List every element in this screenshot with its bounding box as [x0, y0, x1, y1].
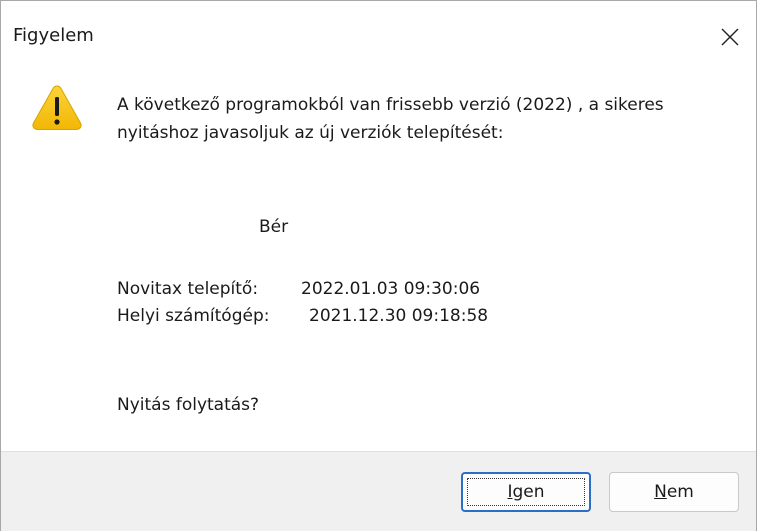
warning-dialog: Figyelem A következő programokból van fr… — [0, 0, 757, 531]
no-button[interactable]: Nem — [609, 472, 739, 512]
yes-button[interactable]: Igen — [461, 472, 591, 512]
installer-date: 2022.01.03 09:30:06 — [301, 279, 481, 299]
button-bar: Igen Nem — [1, 451, 756, 531]
title-bar: Figyelem — [1, 1, 756, 71]
program-name: Bér — [259, 217, 289, 237]
close-icon — [721, 28, 739, 46]
dialog-title: Figyelem — [13, 25, 94, 46]
dialog-message: A következő programokból van frissebb ve… — [117, 95, 664, 143]
yes-button-label: Igen — [507, 482, 545, 502]
local-computer-date: 2021.12.30 09:18:58 — [309, 306, 489, 326]
no-button-label: Nem — [654, 482, 694, 502]
installer-label: Novitax telepítő: — [117, 279, 259, 299]
warning-triangle-icon — [32, 85, 82, 130]
local-computer-label: Helyi számítógép: — [117, 306, 270, 326]
continue-question: Nyitás folytatás? — [117, 395, 260, 415]
close-button[interactable] — [710, 17, 750, 57]
dialog-content: A következő programokból van frissebb ve… — [1, 71, 756, 451]
